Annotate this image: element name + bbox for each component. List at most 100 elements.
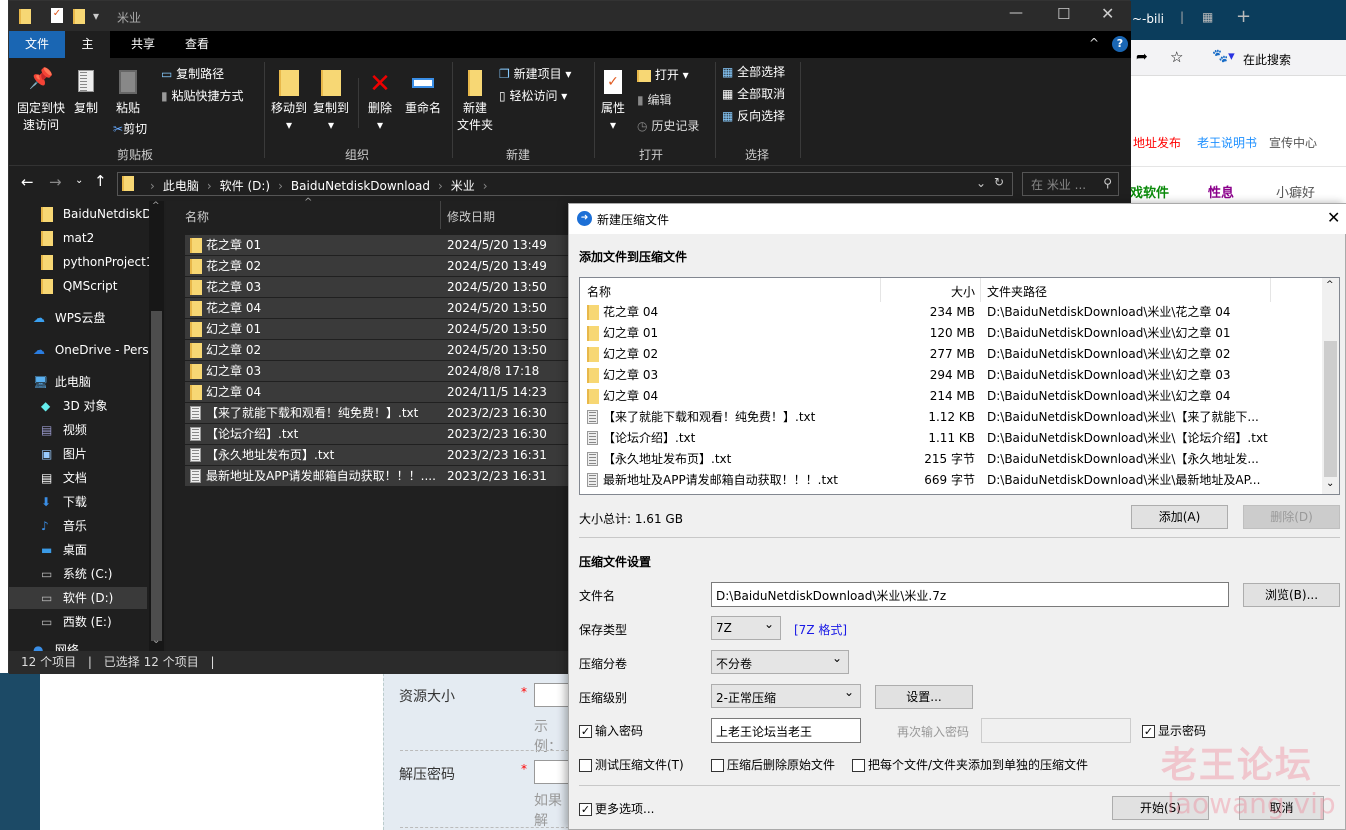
recent-locations-button[interactable]: ⌄: [75, 175, 83, 186]
copy-path-button[interactable]: ▭ 复制路径: [161, 66, 224, 83]
archive-file-row[interactable]: 幻之章 01 120 MB D:\BaiduNetdiskDownload\米业\幻…: [580, 323, 1322, 344]
format-link[interactable]: [7Z 格式]: [794, 621, 847, 638]
split-select[interactable]: 不分卷: [711, 650, 849, 674]
new-folder-quick-icon[interactable]: [73, 9, 85, 24]
nav-item[interactable]: ▬ 桌面: [41, 539, 149, 561]
nav-item[interactable]: ⬇ 下载: [41, 491, 149, 513]
minimize-button[interactable]: —: [1009, 5, 1023, 21]
test-archive-checkbox[interactable]: 测试压缩文件(T): [579, 756, 684, 773]
dialog-close-button[interactable]: ✕: [1327, 208, 1340, 227]
add-button[interactable]: 添加(A): [1131, 505, 1228, 529]
collapse-ribbon-icon[interactable]: ^: [1089, 36, 1099, 50]
breadcrumb-item[interactable]: BaiduNetdiskDownload: [291, 179, 430, 193]
nav-item[interactable]: BaiduNetdiskD: [41, 203, 149, 225]
nav-item[interactable]: ▤ 文档: [41, 467, 149, 489]
archive-file-row[interactable]: 幻之章 03 294 MB D:\BaiduNetdiskDownload\米业\幻…: [580, 365, 1322, 386]
move-to-button[interactable]: 移动到 ▾: [269, 70, 309, 134]
close-button[interactable]: ✕: [1101, 4, 1114, 23]
browser-nav-link[interactable]: 宣传中心: [1269, 134, 1317, 151]
cut-button[interactable]: ✂剪切: [113, 121, 147, 138]
password-checkbox[interactable]: ✓ 输入密码: [579, 722, 643, 739]
new-folder-button[interactable]: 新建 文件夹: [455, 70, 495, 134]
delete-after-checkbox[interactable]: 压缩后删除原始文件: [711, 756, 835, 773]
col-path[interactable]: 文件夹路径: [987, 283, 1047, 300]
search-input[interactable]: 在 米业 ... ⚲: [1022, 172, 1119, 196]
nav-scrollbar[interactable]: ^ ⌄: [149, 201, 164, 651]
nav-item[interactable]: ▣ 图片: [41, 443, 149, 465]
paste-shortcut-button[interactable]: ▮ 粘贴快捷方式: [161, 88, 243, 105]
archive-file-row[interactable]: 幻之章 02 277 MB D:\BaiduNetdiskDownload\米业\幻…: [580, 344, 1322, 365]
browser-search[interactable]: 在此搜索: [1243, 51, 1291, 68]
forward-button[interactable]: →: [49, 173, 62, 191]
nav-item[interactable]: ▭ 西数 (E:): [41, 611, 149, 633]
tab-file[interactable]: 文件: [9, 31, 65, 58]
nav-item[interactable]: mat2: [41, 227, 149, 249]
delete-button[interactable]: ✕ 删除 ▾: [365, 70, 395, 134]
select-none-button[interactable]: ▦ 全部取消: [722, 86, 785, 103]
rename-button[interactable]: 重命名: [403, 70, 443, 117]
nav-item[interactable]: ☁ OneDrive - Perso: [33, 339, 149, 361]
up-button[interactable]: ↑: [94, 172, 107, 190]
type-select[interactable]: 7Z: [711, 616, 781, 640]
settings-button[interactable]: 设置...: [875, 685, 973, 709]
help-icon[interactable]: ?: [1112, 36, 1128, 52]
archive-file-row[interactable]: 幻之章 04 214 MB D:\BaiduNetdiskDownload\米业\幻…: [580, 386, 1322, 407]
nav-item[interactable]: pythonProject1: [41, 251, 149, 273]
nav-item[interactable]: QMScript: [41, 275, 149, 297]
browser-tab[interactable]: ~-bili: [1132, 12, 1164, 26]
browser-nav-link[interactable]: 地址发布: [1133, 134, 1181, 151]
address-bar[interactable]: › 此电脑 › 软件 (D:) › BaiduNetdiskDownload › 米业 › ⌄ …: [117, 172, 1013, 196]
share-icon[interactable]: ➦: [1136, 49, 1148, 65]
tab-grid-icon[interactable]: ▦: [1202, 10, 1213, 24]
baidu-paw-icon[interactable]: 🐾▾: [1212, 49, 1235, 64]
filename-input[interactable]: D:\BaiduNetdiskDownload\米业\米业.7z: [711, 582, 1229, 607]
breadcrumb-item[interactable]: 米业: [451, 179, 475, 193]
each-file-checkbox[interactable]: 把每个文件/文件夹添加到单独的压缩文件: [852, 756, 1088, 773]
refresh-icon[interactable]: ↻: [994, 175, 1004, 189]
tab-view[interactable]: 查看: [171, 31, 223, 58]
breadcrumb-item[interactable]: 此电脑: [163, 179, 199, 193]
copy-to-button[interactable]: 复制到 ▾: [311, 70, 351, 134]
nav-item[interactable]: ▭ 软件 (D:): [9, 587, 147, 609]
nav-item[interactable]: ♪ 音乐: [41, 515, 149, 537]
repeat-password-input[interactable]: [981, 718, 1131, 743]
nav-item[interactable]: ▭ 系统 (C:): [41, 563, 149, 585]
invert-selection-button[interactable]: ▦ 反向选择: [722, 108, 785, 125]
delete-button[interactable]: 删除(D): [1243, 505, 1340, 529]
select-all-button[interactable]: ▦ 全部选择: [722, 64, 785, 81]
tab-share[interactable]: 共享: [117, 31, 169, 58]
paste-button[interactable]: 粘贴: [113, 70, 143, 117]
back-button[interactable]: ←: [21, 173, 34, 191]
maximize-button[interactable]: ☐: [1057, 5, 1070, 23]
level-select[interactable]: 2-正常压缩: [711, 684, 861, 708]
properties-button[interactable]: ✓ 属性 ▾: [598, 70, 628, 134]
favorite-star-icon[interactable]: ☆: [1170, 48, 1183, 66]
nav-item[interactable]: ▤ 视频: [41, 419, 149, 441]
nav-item[interactable]: 🖥 此电脑: [33, 371, 149, 393]
archive-file-row[interactable]: 最新地址及APP请发邮箱自动获取！！！.txt 669 字节 D:\BaiduNet…: [580, 470, 1322, 491]
browser-category-link[interactable]: 性息: [1208, 182, 1234, 201]
nav-item[interactable]: ◆ 3D 对象: [41, 395, 149, 417]
password-input[interactable]: 上老王论坛当老王: [711, 718, 861, 743]
easy-access-button[interactable]: ▯ 轻松访问 ▾: [499, 88, 567, 105]
column-header-name[interactable]: 名称: [185, 208, 209, 225]
archive-file-row[interactable]: 花之章 04 234 MB D:\BaiduNetdiskDownload\米业\花…: [580, 302, 1322, 323]
browser-category-link[interactable]: 戏软件: [1130, 182, 1169, 201]
history-button[interactable]: ◷ 历史记录: [637, 118, 699, 135]
copy-button[interactable]: 复制: [71, 70, 101, 117]
column-header-date[interactable]: 修改日期: [447, 208, 495, 225]
archive-file-row[interactable]: 【来了就能下载和观看！纯免费！】.txt 1.12 KB D:\BaiduNetdi…: [580, 407, 1322, 428]
browser-category-link[interactable]: 小癖好: [1276, 182, 1315, 201]
archive-file-row[interactable]: 【论坛介绍】.txt 1.11 KB D:\BaiduNetdiskDownload…: [580, 428, 1322, 449]
breadcrumb-item[interactable]: 软件 (D:): [220, 179, 270, 193]
list-scrollbar[interactable]: ^ ⌄: [1322, 278, 1339, 494]
more-options-checkbox[interactable]: ✓ 更多选项...: [579, 800, 654, 817]
customize-quick-access-icon[interactable]: ▾: [93, 9, 99, 23]
browser-nav-link[interactable]: 老王说明书: [1197, 134, 1257, 151]
pin-quick-access-button[interactable]: 📌 固定到快 速访问: [13, 68, 69, 134]
properties-quick-icon[interactable]: ✓: [51, 8, 63, 23]
new-tab-icon[interactable]: +: [1236, 6, 1251, 27]
new-item-button[interactable]: ❐ 新建项目 ▾: [499, 66, 571, 83]
address-dropdown-icon[interactable]: ⌄: [976, 176, 986, 190]
nav-item[interactable]: ☁ WPS云盘: [33, 307, 149, 329]
